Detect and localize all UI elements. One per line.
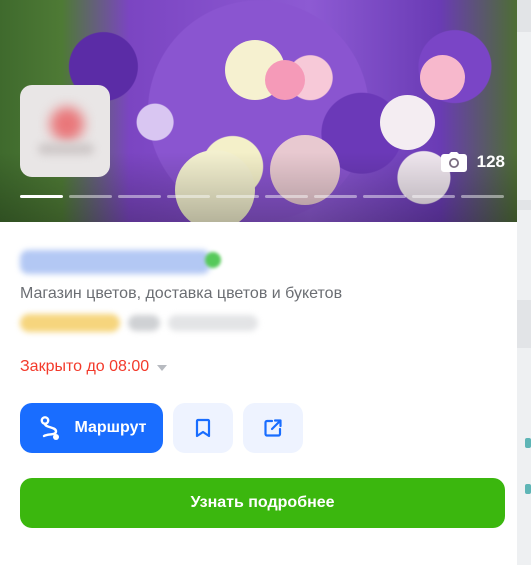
gallery-progress bbox=[20, 195, 504, 198]
rating-stars bbox=[20, 314, 120, 332]
reviews-count bbox=[168, 315, 258, 331]
photo-count-value: 128 bbox=[476, 152, 505, 171]
working-hours-text: Закрыто до 08:00 bbox=[20, 358, 150, 375]
bookmark-icon bbox=[195, 418, 211, 438]
verified-badge bbox=[205, 252, 221, 268]
map-background bbox=[517, 0, 531, 565]
gallery-progress-segment[interactable] bbox=[69, 195, 112, 198]
bookmark-button[interactable] bbox=[173, 403, 233, 453]
map-marker bbox=[525, 484, 531, 494]
gallery-progress-segment[interactable] bbox=[20, 195, 63, 198]
route-button[interactable]: Маршрут bbox=[20, 403, 163, 453]
gallery-progress-segment[interactable] bbox=[118, 195, 161, 198]
logo-mark bbox=[50, 107, 84, 141]
gallery-photo-detail bbox=[420, 55, 465, 100]
rating-value bbox=[128, 315, 160, 331]
chevron-down-icon bbox=[157, 365, 168, 371]
organization-category: Магазин цветов, доставка цветов и букето… bbox=[20, 285, 343, 302]
share-icon bbox=[264, 419, 282, 437]
gallery-progress-segment[interactable] bbox=[461, 195, 504, 198]
camera-icon bbox=[440, 152, 467, 172]
gallery-photo-detail bbox=[380, 95, 435, 150]
working-hours-status[interactable]: Закрыто до 08:00 bbox=[20, 358, 168, 376]
map-road bbox=[517, 0, 531, 32]
photo-count[interactable]: 128 bbox=[440, 152, 505, 172]
gallery-progress-segment[interactable] bbox=[363, 195, 406, 198]
gallery-progress-segment[interactable] bbox=[412, 195, 455, 198]
gallery-progress-segment[interactable] bbox=[167, 195, 210, 198]
route-icon bbox=[41, 416, 60, 440]
map-marker bbox=[525, 438, 531, 448]
share-button[interactable] bbox=[243, 403, 303, 453]
gallery-progress-segment[interactable] bbox=[265, 195, 308, 198]
gallery-progress-segment[interactable] bbox=[216, 195, 259, 198]
route-button-label: Маршрут bbox=[74, 419, 147, 436]
photo-gallery[interactable]: 128 bbox=[0, 0, 517, 222]
organization-name[interactable] bbox=[20, 250, 210, 274]
map-road bbox=[517, 300, 531, 348]
map-road bbox=[517, 200, 531, 210]
organization-card: 128 Магазин цветов, доставка цветов и бу… bbox=[0, 0, 517, 565]
gallery-progress-segment[interactable] bbox=[314, 195, 357, 198]
gallery-photo-detail bbox=[265, 60, 305, 100]
learn-more-button[interactable]: Узнать подробнее bbox=[20, 478, 505, 528]
logo-text bbox=[38, 143, 94, 155]
organization-logo bbox=[20, 85, 110, 177]
rating-row[interactable] bbox=[20, 313, 258, 333]
